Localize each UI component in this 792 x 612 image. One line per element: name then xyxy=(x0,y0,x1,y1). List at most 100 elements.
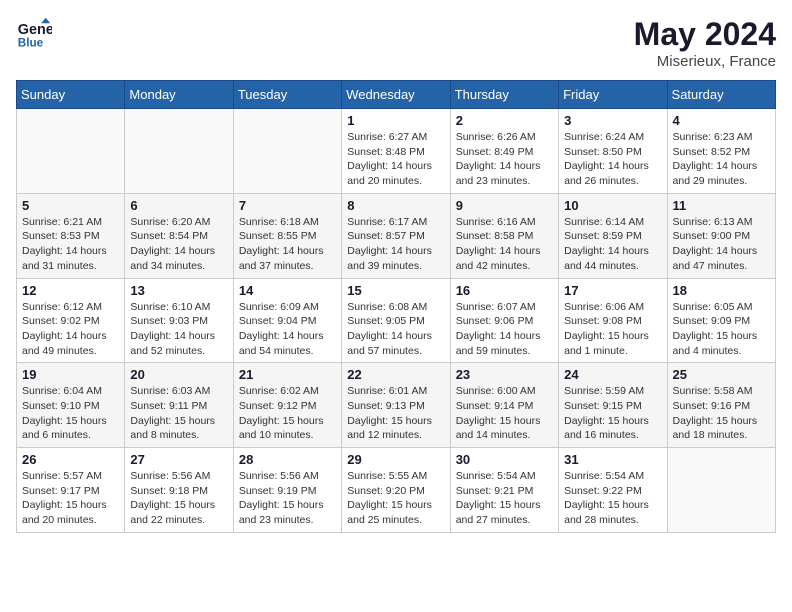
calendar-day-cell: 30 Sunrise: 5:54 AM Sunset: 9:21 PM Dayli… xyxy=(450,448,558,533)
calendar-day-cell: 21 Sunrise: 6:02 AM Sunset: 9:12 PM Dayli… xyxy=(233,363,341,448)
day-info: Sunrise: 6:09 AM Sunset: 9:04 PM Dayligh… xyxy=(239,300,336,359)
day-info: Sunrise: 5:54 AM Sunset: 9:22 PM Dayligh… xyxy=(564,469,661,528)
svg-text:General: General xyxy=(18,22,52,38)
day-number: 23 xyxy=(456,367,553,382)
calendar-day-cell: 27 Sunrise: 5:56 AM Sunset: 9:18 PM Dayli… xyxy=(125,448,233,533)
calendar-day-cell: 22 Sunrise: 6:01 AM Sunset: 9:13 PM Dayli… xyxy=(342,363,450,448)
calendar-header-row: SundayMondayTuesdayWednesdayThursdayFrid… xyxy=(17,81,776,109)
calendar-day-cell: 16 Sunrise: 6:07 AM Sunset: 9:06 PM Dayli… xyxy=(450,278,558,363)
calendar-day-cell: 6 Sunrise: 6:20 AM Sunset: 8:54 PM Daylig… xyxy=(125,193,233,278)
day-info: Sunrise: 5:58 AM Sunset: 9:16 PM Dayligh… xyxy=(673,384,770,443)
day-number: 21 xyxy=(239,367,336,382)
weekday-header: Saturday xyxy=(667,81,775,109)
calendar-day-cell: 24 Sunrise: 5:59 AM Sunset: 9:15 PM Dayli… xyxy=(559,363,667,448)
day-info: Sunrise: 5:54 AM Sunset: 9:21 PM Dayligh… xyxy=(456,469,553,528)
day-info: Sunrise: 6:21 AM Sunset: 8:53 PM Dayligh… xyxy=(22,215,119,274)
day-number: 30 xyxy=(456,452,553,467)
weekday-header: Monday xyxy=(125,81,233,109)
day-info: Sunrise: 6:00 AM Sunset: 9:14 PM Dayligh… xyxy=(456,384,553,443)
weekday-header: Friday xyxy=(559,81,667,109)
title-area: May 2024 Miserieux, France xyxy=(634,16,776,70)
day-number: 19 xyxy=(22,367,119,382)
day-number: 17 xyxy=(564,283,661,298)
day-info: Sunrise: 6:26 AM Sunset: 8:49 PM Dayligh… xyxy=(456,130,553,189)
day-info: Sunrise: 6:07 AM Sunset: 9:06 PM Dayligh… xyxy=(456,300,553,359)
day-info: Sunrise: 6:05 AM Sunset: 9:09 PM Dayligh… xyxy=(673,300,770,359)
day-number: 24 xyxy=(564,367,661,382)
day-info: Sunrise: 6:18 AM Sunset: 8:55 PM Dayligh… xyxy=(239,215,336,274)
calendar-day-cell: 4Sunrise: 6:23 AM Sunset: 8:52 PM Daylig… xyxy=(667,109,775,194)
calendar-day-cell: 11Sunrise: 6:13 AM Sunset: 9:00 PM Dayli… xyxy=(667,193,775,278)
calendar-day-cell: 28 Sunrise: 5:56 AM Sunset: 9:19 PM Dayli… xyxy=(233,448,341,533)
day-number: 18 xyxy=(673,283,770,298)
calendar-week-row: 26Sunrise: 5:57 AM Sunset: 9:17 PM Dayli… xyxy=(17,448,776,533)
day-info: Sunrise: 5:56 AM Sunset: 9:19 PM Dayligh… xyxy=(239,469,336,528)
svg-text:Blue: Blue xyxy=(18,37,44,50)
calendar-day-cell: 9Sunrise: 6:16 AM Sunset: 8:58 PM Daylig… xyxy=(450,193,558,278)
calendar-week-row: 19 Sunrise: 6:04 AM Sunset: 9:10 PM Dayli… xyxy=(17,363,776,448)
calendar-day-cell xyxy=(125,109,233,194)
calendar-day-cell xyxy=(17,109,125,194)
calendar-day-cell: 20 Sunrise: 6:03 AM Sunset: 9:11 PM Dayli… xyxy=(125,363,233,448)
calendar-day-cell: 7 Sunrise: 6:18 AM Sunset: 8:55 PM Daylig… xyxy=(233,193,341,278)
calendar-day-cell: 10Sunrise: 6:14 AM Sunset: 8:59 PM Dayli… xyxy=(559,193,667,278)
day-number: 1 xyxy=(347,113,444,128)
day-info: Sunrise: 6:12 AM Sunset: 9:02 PM Dayligh… xyxy=(22,300,119,359)
day-number: 14 xyxy=(239,283,336,298)
day-info: Sunrise: 5:59 AM Sunset: 9:15 PM Dayligh… xyxy=(564,384,661,443)
day-number: 7 xyxy=(239,198,336,213)
day-info: Sunrise: 6:03 AM Sunset: 9:11 PM Dayligh… xyxy=(130,384,227,443)
day-info: Sunrise: 6:16 AM Sunset: 8:58 PM Dayligh… xyxy=(456,215,553,274)
calendar-day-cell: 19 Sunrise: 6:04 AM Sunset: 9:10 PM Dayli… xyxy=(17,363,125,448)
day-info: Sunrise: 6:06 AM Sunset: 9:08 PM Dayligh… xyxy=(564,300,661,359)
day-number: 3 xyxy=(564,113,661,128)
day-number: 2 xyxy=(456,113,553,128)
day-number: 5 xyxy=(22,198,119,213)
day-number: 20 xyxy=(130,367,227,382)
day-info: Sunrise: 6:08 AM Sunset: 9:05 PM Dayligh… xyxy=(347,300,444,359)
calendar-day-cell xyxy=(233,109,341,194)
day-info: Sunrise: 5:57 AM Sunset: 9:17 PM Dayligh… xyxy=(22,469,119,528)
day-info: Sunrise: 6:13 AM Sunset: 9:00 PM Dayligh… xyxy=(673,215,770,274)
calendar-day-cell: 26Sunrise: 5:57 AM Sunset: 9:17 PM Dayli… xyxy=(17,448,125,533)
day-number: 29 xyxy=(347,452,444,467)
day-number: 16 xyxy=(456,283,553,298)
day-number: 4 xyxy=(673,113,770,128)
day-info: Sunrise: 6:01 AM Sunset: 9:13 PM Dayligh… xyxy=(347,384,444,443)
calendar-day-cell: 31 Sunrise: 5:54 AM Sunset: 9:22 PM Dayli… xyxy=(559,448,667,533)
calendar-day-cell: 25 Sunrise: 5:58 AM Sunset: 9:16 PM Dayli… xyxy=(667,363,775,448)
page-header: General Blue May 2024 Miserieux, France xyxy=(16,16,776,70)
calendar-day-cell: 15 Sunrise: 6:08 AM Sunset: 9:05 PM Dayli… xyxy=(342,278,450,363)
day-number: 28 xyxy=(239,452,336,467)
calendar-day-cell: 2 Sunrise: 6:26 AM Sunset: 8:49 PM Daylig… xyxy=(450,109,558,194)
calendar-week-row: 5 Sunrise: 6:21 AM Sunset: 8:53 PM Daylig… xyxy=(17,193,776,278)
day-info: Sunrise: 6:04 AM Sunset: 9:10 PM Dayligh… xyxy=(22,384,119,443)
day-number: 31 xyxy=(564,452,661,467)
day-number: 8 xyxy=(347,198,444,213)
month-year-title: May 2024 xyxy=(634,16,776,53)
day-info: Sunrise: 6:24 AM Sunset: 8:50 PM Dayligh… xyxy=(564,130,661,189)
weekday-header: Thursday xyxy=(450,81,558,109)
calendar-day-cell: 12Sunrise: 6:12 AM Sunset: 9:02 PM Dayli… xyxy=(17,278,125,363)
calendar-week-row: 12Sunrise: 6:12 AM Sunset: 9:02 PM Dayli… xyxy=(17,278,776,363)
day-info: Sunrise: 6:20 AM Sunset: 8:54 PM Dayligh… xyxy=(130,215,227,274)
calendar-day-cell xyxy=(667,448,775,533)
day-info: Sunrise: 5:56 AM Sunset: 9:18 PM Dayligh… xyxy=(130,469,227,528)
calendar-day-cell: 23 Sunrise: 6:00 AM Sunset: 9:14 PM Dayli… xyxy=(450,363,558,448)
day-info: Sunrise: 6:27 AM Sunset: 8:48 PM Dayligh… xyxy=(347,130,444,189)
day-info: Sunrise: 6:02 AM Sunset: 9:12 PM Dayligh… xyxy=(239,384,336,443)
day-number: 27 xyxy=(130,452,227,467)
calendar-day-cell: 29Sunrise: 5:55 AM Sunset: 9:20 PM Dayli… xyxy=(342,448,450,533)
weekday-header: Tuesday xyxy=(233,81,341,109)
calendar-day-cell: 17 Sunrise: 6:06 AM Sunset: 9:08 PM Dayli… xyxy=(559,278,667,363)
day-number: 15 xyxy=(347,283,444,298)
calendar-table: SundayMondayTuesdayWednesdayThursdayFrid… xyxy=(16,80,776,533)
calendar-day-cell: 3 Sunrise: 6:24 AM Sunset: 8:50 PM Daylig… xyxy=(559,109,667,194)
day-number: 10 xyxy=(564,198,661,213)
day-number: 25 xyxy=(673,367,770,382)
calendar-day-cell: 14 Sunrise: 6:09 AM Sunset: 9:04 PM Dayli… xyxy=(233,278,341,363)
day-number: 22 xyxy=(347,367,444,382)
logo-icon: General Blue xyxy=(16,16,52,52)
day-number: 6 xyxy=(130,198,227,213)
day-number: 13 xyxy=(130,283,227,298)
